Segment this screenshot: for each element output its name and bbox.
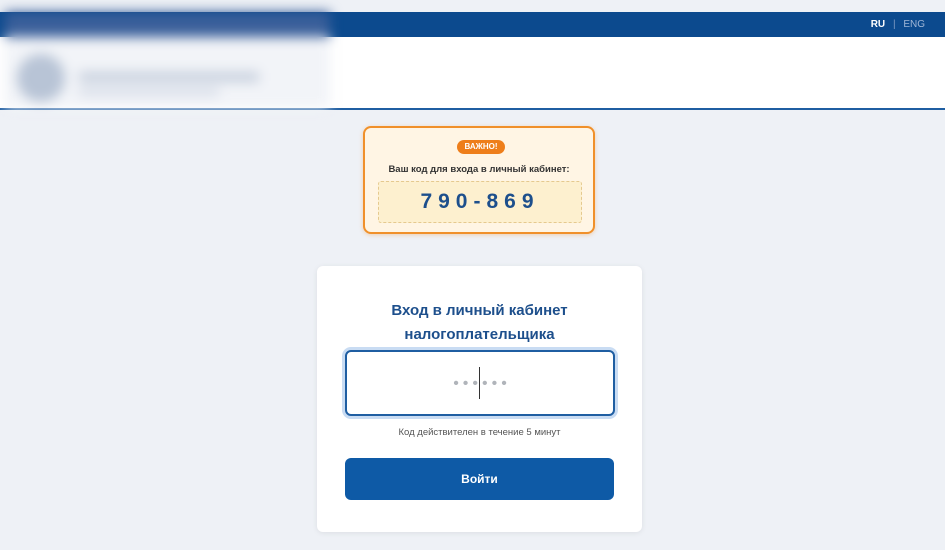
login-code: 790-869 (420, 190, 540, 213)
text-caret (479, 367, 480, 399)
code-display: 790-869 (378, 181, 582, 223)
emblem-icon (17, 54, 65, 102)
language-ru[interactable]: RU (871, 19, 885, 30)
login-title-line1: Вход в личный кабинет (391, 302, 568, 319)
language-switcher: RU | ENG (871, 19, 925, 30)
login-title: Вход в личный кабинет налогоплательщика (317, 299, 642, 347)
login-title-line2: налогоплательщика (404, 326, 555, 343)
language-separator: | (892, 19, 896, 30)
login-code-notice: ВАЖНО! Ваш код для входа в личный кабине… (363, 126, 595, 234)
notice-title: Ваш код для входа в личный кабинет: (388, 164, 570, 175)
login-button[interactable]: Войти (345, 458, 614, 500)
important-badge: ВАЖНО! (457, 140, 505, 154)
code-validity-hint: Код действителен в течение 5 минут (398, 427, 561, 438)
language-eng[interactable]: ENG (903, 19, 925, 30)
code-input-wrapper (345, 350, 617, 416)
site-header (0, 12, 945, 110)
code-input[interactable] (347, 352, 617, 416)
login-card: Вход в личный кабинет налогоплательщика … (317, 266, 642, 532)
blurred-logo (5, 12, 330, 108)
